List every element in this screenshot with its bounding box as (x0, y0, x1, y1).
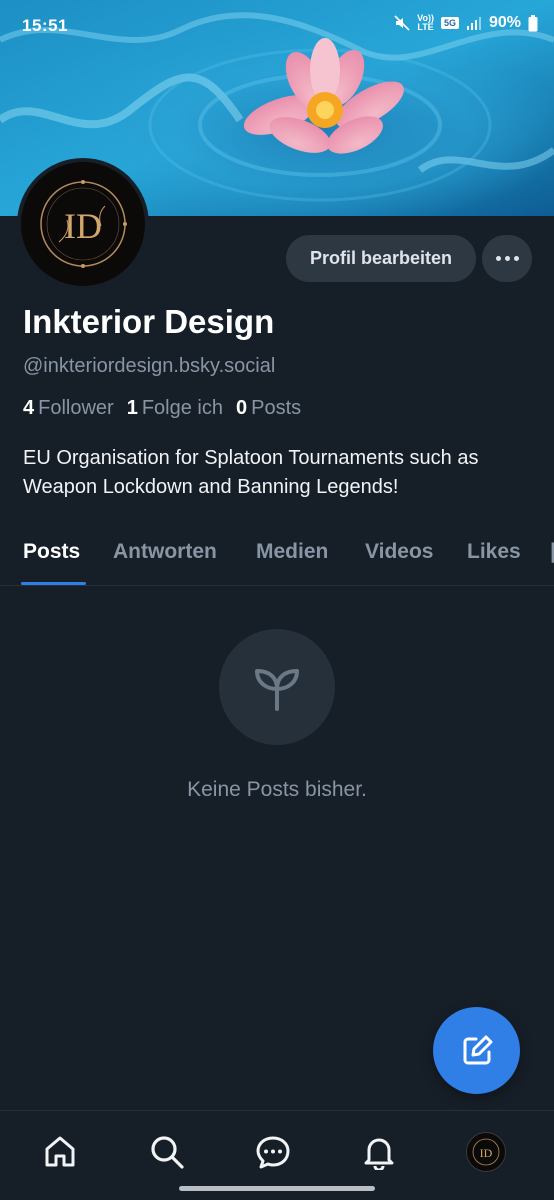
more-dot-icon (495, 256, 501, 261)
more-options-button[interactable] (482, 235, 532, 282)
signal-icon (466, 17, 481, 30)
followers-count: 4 (23, 397, 35, 419)
more-dot-icon (513, 256, 519, 261)
compose-icon (463, 1035, 492, 1064)
logo-image: ID (40, 180, 127, 268)
sprout-icon (255, 669, 299, 711)
home-icon (45, 1136, 75, 1167)
search-icon (151, 1136, 184, 1169)
following-label: Folge ich (141, 397, 223, 419)
bell-icon (364, 1138, 394, 1170)
nav-profile-avatar: ID (466, 1132, 506, 1172)
more-dot-icon (504, 256, 510, 261)
following-count: 1 (126, 397, 138, 419)
followers-stat[interactable]: 4 Follower (23, 397, 114, 420)
tab-posts[interactable]: Posts (23, 540, 80, 564)
avatar-logo: ID (21, 162, 145, 286)
empty-state-icon-circle (219, 629, 335, 745)
profile-avatar[interactable]: ID (17, 158, 149, 290)
active-tab-indicator (21, 582, 86, 585)
profile-tabs: Posts Antworten Medien Videos Likes | (0, 530, 554, 586)
battery-icon (528, 14, 538, 31)
nav-home[interactable] (38, 1130, 82, 1174)
profile-bio: EU Organisation for Splatoon Tournaments… (23, 447, 479, 498)
status-bar: 15:51 Vo)) LTE 5G 90% (0, 0, 554, 52)
volte-indicator: Vo)) LTE (417, 14, 434, 32)
tab-videos[interactable]: Videos (365, 540, 433, 564)
followers-label: Follower (38, 397, 114, 419)
display-name: Inkterior Design (23, 303, 275, 340)
home-indicator[interactable] (179, 1186, 375, 1191)
status-time: 15:51 (22, 16, 68, 35)
tab-likes[interactable]: Likes (467, 540, 521, 564)
chat-icon (256, 1136, 290, 1169)
nav-notifications[interactable] (357, 1130, 401, 1174)
battery-percent: 90% (488, 14, 521, 31)
mute-icon (394, 15, 410, 31)
profile-handle: @inkteriordesign.bsky.social (23, 355, 276, 377)
following-stat[interactable]: 1 Folge ich (127, 397, 223, 420)
compose-post-button[interactable] (433, 1007, 520, 1094)
profile-stats: 4 Follower 1 Folge ich 0 Posts (23, 397, 301, 420)
tab-replies[interactable]: Antworten (113, 540, 217, 564)
posts-stat: 0 Posts (236, 397, 301, 420)
posts-label: Posts (251, 397, 302, 419)
empty-state-message: Keine Posts bisher. (187, 778, 367, 801)
nav-profile[interactable]: ID (464, 1130, 508, 1174)
status-icons: Vo)) LTE 5G 90% (394, 14, 538, 32)
tab-overflow[interactable]: | (550, 540, 554, 564)
volte-bottom: LTE (417, 22, 434, 32)
nav-avatar-monogram: ID (480, 1146, 493, 1160)
nav-search[interactable] (145, 1130, 189, 1174)
tab-media[interactable]: Medien (256, 540, 328, 564)
posts-count: 0 (235, 397, 248, 419)
edit-profile-button[interactable]: Profil bearbeiten (286, 235, 476, 282)
nav-avatar-logo: ID (472, 1138, 500, 1166)
network-badge: 5G (440, 17, 459, 29)
avatar-monogram: ID (64, 206, 102, 246)
nav-chat[interactable] (251, 1130, 295, 1174)
